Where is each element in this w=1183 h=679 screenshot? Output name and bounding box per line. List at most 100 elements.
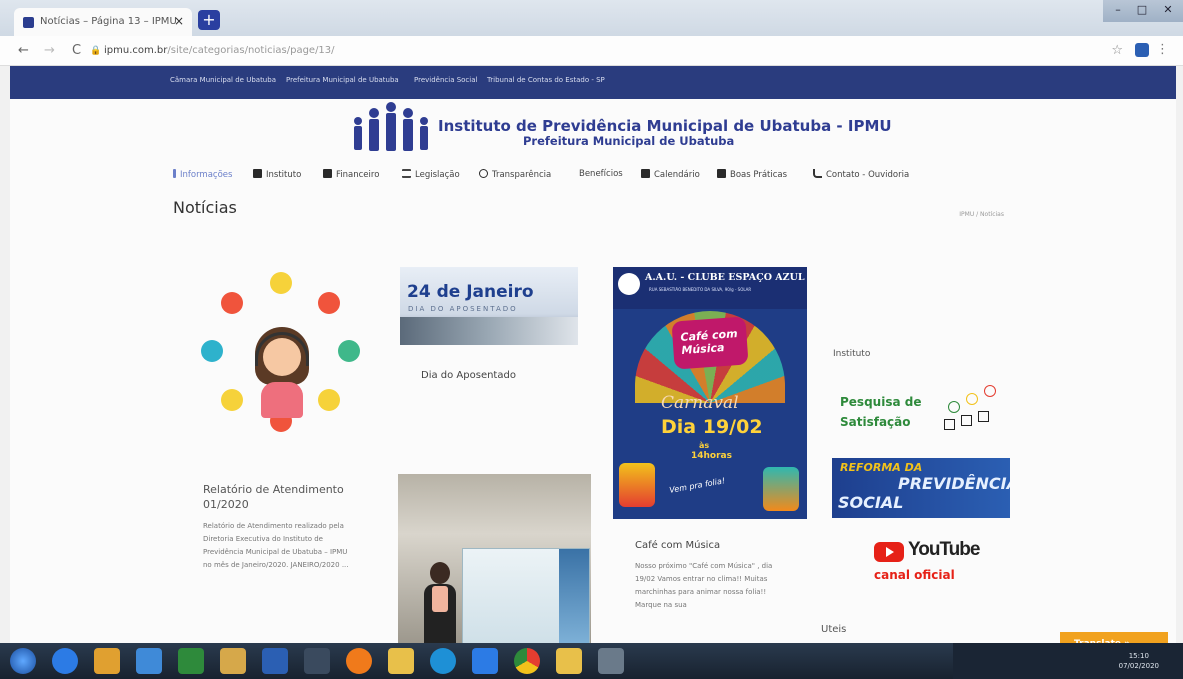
close-window-button[interactable]: ✕ bbox=[1157, 3, 1179, 19]
ipmu-logo-icon[interactable] bbox=[348, 101, 433, 153]
browser-tab-strip: Notícias – Página 13 – IPMU × + – □ ✕ bbox=[0, 0, 1183, 36]
menu-item-transparencia[interactable]: Transparência bbox=[479, 169, 551, 180]
minimize-button[interactable]: – bbox=[1107, 3, 1129, 19]
media-player-icon[interactable] bbox=[94, 648, 120, 674]
url-field[interactable]: ipmu.com.br/site/categorias/noticias/pag… bbox=[104, 45, 335, 56]
search-icon bbox=[479, 169, 488, 178]
chrome-icon[interactable] bbox=[514, 648, 540, 674]
reload-button[interactable]: C bbox=[72, 43, 81, 58]
url-path: /site/categorias/noticias/page/13/ bbox=[167, 45, 335, 56]
checkbox-icon bbox=[961, 415, 972, 426]
menu-item-calendario[interactable]: Calendário bbox=[641, 169, 700, 180]
os-taskbar: 15:10 07/02/2020 bbox=[0, 643, 1183, 679]
word-icon[interactable] bbox=[262, 648, 288, 674]
site-title: Instituto de Previdência Municipal de Ub… bbox=[438, 117, 892, 135]
app-icon[interactable] bbox=[136, 648, 162, 674]
sidebar-heading-uteis: Uteis bbox=[821, 624, 847, 635]
post-image-aposentado[interactable]: 24 de Janeiro DIA DO APOSENTADO bbox=[400, 267, 578, 345]
reforma-previdencia-banner[interactable]: REFORMA DA PREVIDÊNCIA SOCIAL bbox=[832, 458, 1010, 518]
smiley-icon bbox=[948, 401, 960, 413]
image-headline: 24 de Janeiro bbox=[407, 282, 534, 302]
post-image-atendimento[interactable] bbox=[193, 272, 369, 452]
club-logo-icon bbox=[618, 273, 640, 295]
tab-close-icon[interactable]: × bbox=[174, 14, 184, 28]
link-camara[interactable]: Câmara Municipal de Ubatuba bbox=[170, 76, 276, 84]
lock-icon bbox=[318, 389, 340, 411]
youtube-play-icon bbox=[874, 542, 904, 562]
lock-icon: 🔒 bbox=[90, 46, 102, 56]
firefox-icon[interactable] bbox=[346, 648, 372, 674]
building-icon bbox=[253, 169, 262, 178]
tab-title: Notícias – Página 13 – IPMU bbox=[40, 16, 177, 27]
app-icon[interactable] bbox=[472, 648, 498, 674]
post-excerpt: Nosso próximo "Café com Música" , dia 19… bbox=[635, 562, 773, 609]
maximize-button[interactable]: □ bbox=[1131, 3, 1153, 19]
phone-icon bbox=[813, 169, 822, 178]
drum-icon bbox=[763, 467, 799, 511]
checkbox-icon bbox=[978, 411, 989, 422]
info-icon bbox=[173, 169, 176, 178]
poster-carnaval: Carnaval bbox=[661, 393, 739, 413]
post-title[interactable]: Relatório de Atendimento 01/2020 bbox=[203, 482, 353, 512]
app-icon[interactable] bbox=[220, 648, 246, 674]
forward-button[interactable]: → bbox=[44, 43, 55, 58]
menu-item-contato[interactable]: Contato - Ouvidoria bbox=[813, 169, 909, 180]
list-icon bbox=[402, 169, 411, 178]
youtube-channel-link[interactable]: YouTube canal oficial bbox=[874, 539, 984, 589]
post-image-photo[interactable] bbox=[398, 474, 591, 645]
page-content: Instituto de Previdência Municipal de Ub… bbox=[10, 99, 1176, 645]
survey-banner[interactable]: Pesquisa de Satisfação bbox=[836, 381, 1016, 441]
poster-address: RUA SEBASTIÃO BENEDITO DA SILVA, 90/g - … bbox=[649, 287, 752, 292]
menu-item-instituto[interactable]: Instituto bbox=[253, 169, 301, 180]
neutral-face-icon bbox=[966, 393, 978, 405]
site-subtitle: Prefeitura Municipal de Ubatuba bbox=[523, 134, 735, 148]
new-tab-button[interactable]: + bbox=[198, 10, 220, 30]
folder-icon[interactable] bbox=[556, 648, 582, 674]
checkbox-icon bbox=[944, 419, 955, 430]
menu-item-informacoes[interactable]: Informações bbox=[173, 169, 232, 180]
image-caption: DIA DO APOSENTADO bbox=[408, 305, 518, 313]
window-controls: – □ ✕ bbox=[1103, 0, 1183, 22]
link-tribunal[interactable]: Tribunal de Contas do Estado - SP bbox=[487, 76, 605, 84]
site-favicon-icon bbox=[23, 17, 34, 28]
poster-badge: Café com Música bbox=[671, 316, 749, 370]
breadcrumb[interactable]: IPMU / Notícias bbox=[959, 211, 1004, 218]
mobile-icon bbox=[221, 292, 243, 314]
browser-tab[interactable]: Notícias – Página 13 – IPMU × bbox=[14, 8, 192, 36]
edge-icon[interactable] bbox=[430, 648, 456, 674]
excel-icon[interactable] bbox=[178, 648, 204, 674]
menu-item-financeiro[interactable]: Financeiro bbox=[323, 169, 379, 180]
taskbar-clock[interactable]: 15:10 07/02/2020 bbox=[1119, 651, 1159, 671]
poster-hour: 14horas bbox=[691, 451, 732, 461]
link-prefeitura[interactable]: Prefeitura Municipal de Ubatuba bbox=[286, 76, 399, 84]
internet-explorer-icon[interactable] bbox=[52, 648, 78, 674]
file-explorer-icon[interactable] bbox=[388, 648, 414, 674]
drum-icon bbox=[619, 463, 655, 507]
link-previdencia-social[interactable]: Previdência Social bbox=[414, 76, 477, 84]
main-menu: Informações Instituto Financeiro Legisla… bbox=[10, 165, 1176, 187]
extension-icon[interactable] bbox=[1135, 43, 1149, 57]
phone-icon bbox=[318, 292, 340, 314]
url-domain: ipmu.com.br bbox=[104, 45, 168, 56]
sidebar-heading: Instituto bbox=[833, 349, 871, 359]
app-icon[interactable] bbox=[598, 648, 624, 674]
chat-icon bbox=[270, 272, 292, 294]
calendar-icon bbox=[641, 169, 650, 178]
poster-date: Dia 19/02 bbox=[661, 416, 763, 438]
sad-face-icon bbox=[984, 385, 996, 397]
bookmark-star-icon[interactable]: ☆ bbox=[1111, 43, 1123, 58]
start-button[interactable] bbox=[10, 648, 36, 674]
browser-menu-icon[interactable]: ⋮ bbox=[1156, 42, 1169, 57]
menu-item-boas-praticas[interactable]: Boas Práticas bbox=[717, 169, 787, 180]
money-icon bbox=[323, 169, 332, 178]
app-icon[interactable] bbox=[304, 648, 330, 674]
back-button[interactable]: ← bbox=[18, 43, 29, 58]
menu-item-legislacao[interactable]: Legislação bbox=[402, 169, 460, 180]
post-title[interactable]: Dia do Aposentado bbox=[421, 370, 516, 381]
post-title[interactable]: Café com Música bbox=[635, 540, 720, 551]
post-image-cafe-musica[interactable]: A.A.U. - CLUBE ESPAÇO AZUL RUA SEBASTIÃO… bbox=[613, 267, 807, 519]
page-title: Notícias bbox=[173, 198, 237, 217]
post-excerpt: Relatório de Atendimento realizado pela … bbox=[203, 522, 349, 569]
menu-item-beneficios[interactable]: Benefícios bbox=[579, 169, 623, 179]
wifi-icon bbox=[338, 340, 360, 362]
